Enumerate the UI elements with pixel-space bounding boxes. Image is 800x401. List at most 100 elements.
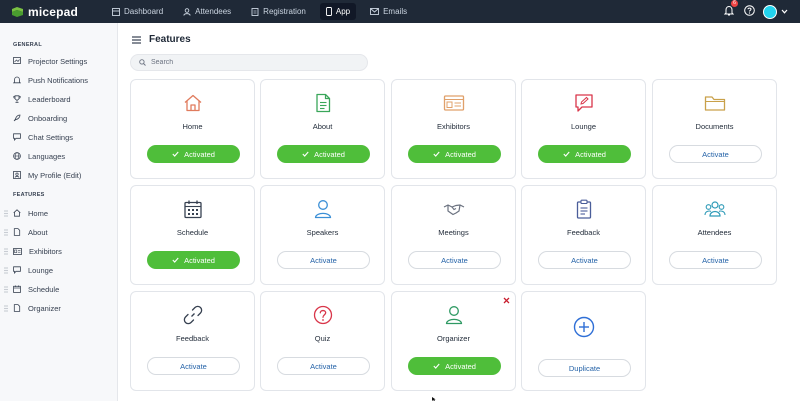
sidebar-item-chat-settings[interactable]: Chat Settings [13, 131, 73, 143]
button-label: Duplicate [568, 363, 601, 373]
sidebar-item-languages[interactable]: Languages [13, 150, 65, 162]
feature-card-about[interactable]: About Activated [260, 79, 385, 179]
drag-handle-icon[interactable] [4, 267, 8, 274]
chevron-down-icon[interactable] [781, 9, 788, 14]
check-icon [302, 151, 309, 157]
activated-button[interactable]: Activated [147, 251, 240, 269]
feature-card-exhibitors[interactable]: Exhibitors Activated [391, 79, 516, 179]
nav-attendees[interactable]: Attendees [177, 3, 237, 20]
button-label: Activate [180, 361, 207, 371]
feature-card-title: Feedback [567, 228, 600, 237]
nav-label: App [335, 7, 351, 16]
check-icon [433, 151, 440, 157]
hamburger-menu-icon[interactable] [132, 35, 141, 44]
feature-card-speakers[interactable]: Speakers Activate [260, 185, 385, 285]
feature-card-quiz[interactable]: Quiz Activate [260, 291, 385, 391]
drag-handle-icon[interactable] [4, 229, 8, 236]
sidebar-item-my-profile[interactable]: My Profile (Edit) [13, 169, 81, 181]
sidebar-item-push-notifications[interactable]: Push Notifications [13, 74, 88, 86]
folder-icon [704, 96, 725, 111]
activated-button[interactable]: Activated [408, 145, 501, 163]
sidebar-item-label: Organizer [28, 303, 61, 313]
page-title: Features [149, 34, 191, 45]
activate-button[interactable]: Activate [277, 357, 370, 375]
duplicate-button[interactable]: Duplicate [538, 359, 631, 377]
help-icon [744, 4, 755, 16]
drag-handle-icon[interactable] [4, 248, 8, 255]
feature-card-documents[interactable]: Documents Activate [652, 79, 777, 179]
feature-card-duplicate[interactable]: Duplicate [521, 291, 646, 391]
feature-card-home[interactable]: Home Activated [130, 79, 255, 179]
sidebar-item-onboarding[interactable]: Onboarding [13, 112, 67, 124]
feature-card-attendees[interactable]: Attendees Activate [652, 185, 777, 285]
sidebar-item-projector-settings[interactable]: Projector Settings [13, 55, 87, 67]
close-icon[interactable] [503, 297, 510, 304]
brand-logo[interactable]: micepad [10, 5, 102, 19]
activate-button[interactable]: Activate [277, 251, 370, 269]
activate-button[interactable]: Activate [669, 251, 762, 269]
feature-card-feedback[interactable]: Feedback Activate [521, 185, 646, 285]
activate-button[interactable]: Activate [408, 251, 501, 269]
sidebar-item-lounge[interactable]: Lounge [13, 264, 53, 276]
feature-card-organizer[interactable]: Organizer Activated [391, 291, 516, 391]
nav-dashboard[interactable]: Dashboard [106, 3, 169, 20]
check-icon [433, 363, 440, 369]
help-button[interactable] [744, 3, 755, 21]
search-bar[interactable] [130, 54, 368, 71]
activated-button[interactable]: Activated [147, 145, 240, 163]
drag-handle-icon[interactable] [4, 305, 8, 312]
search-input[interactable] [151, 59, 351, 66]
document-icon [251, 7, 259, 16]
sidebar-item-label: Languages [28, 151, 66, 161]
id-card-icon [443, 95, 464, 111]
nav-registration[interactable]: Registration [245, 3, 312, 20]
feature-card-title: Feedback [176, 334, 209, 343]
nav-emails[interactable]: Emails [364, 3, 413, 20]
button-label: Activated [184, 149, 215, 159]
dashboard-icon [112, 7, 120, 16]
home-icon [184, 94, 201, 112]
sidebar-item-label: Lounge [28, 265, 54, 275]
chat-pen-icon [574, 94, 593, 112]
sidebar-item-home[interactable]: Home [13, 207, 48, 219]
activate-button[interactable]: Activate [147, 357, 240, 375]
sidebar-item-about[interactable]: About [13, 226, 48, 238]
sidebar-item-organizer[interactable]: Organizer [13, 302, 61, 314]
notifications-button[interactable]: 6 [723, 0, 738, 21]
activate-button[interactable]: Activate [538, 251, 631, 269]
nav-label: Registration [263, 7, 306, 16]
group-icon [703, 201, 726, 217]
nav-label: Attendees [195, 7, 232, 16]
feature-card-feedback-2[interactable]: Feedback Activate [130, 291, 255, 391]
feature-card-title: Home [182, 122, 203, 131]
main-nav: Dashboard Attendees Registration App Ema… [106, 0, 421, 23]
sidebar-item-label: Push Notifications [28, 75, 89, 85]
drag-handle-icon[interactable] [4, 286, 8, 293]
document-icon [13, 228, 21, 236]
user-icon [445, 306, 462, 325]
avatar[interactable] [763, 4, 777, 19]
chat-icon [13, 133, 21, 141]
sidebar-item-exhibitors[interactable]: Exhibitors [13, 245, 62, 257]
feature-card-schedule[interactable]: Schedule Activated [130, 185, 255, 285]
sidebar-section-features: FEATURES [13, 192, 45, 198]
activate-button[interactable]: Activate [669, 145, 762, 163]
sidebar-section-general: GENERAL [13, 42, 42, 48]
button-label: Activated [575, 149, 606, 159]
sidebar-item-leaderboard[interactable]: Leaderboard [13, 93, 71, 105]
nav-app[interactable]: App [319, 3, 357, 20]
sidebar-item-schedule[interactable]: Schedule [13, 283, 59, 295]
plus-circle-icon [573, 316, 594, 338]
feature-card-meetings[interactable]: Meetings Activate [391, 185, 516, 285]
activated-button[interactable]: Activated [408, 357, 501, 375]
feature-card-title: Schedule [176, 228, 209, 237]
activated-button[interactable]: Activated [538, 145, 631, 163]
activated-button[interactable]: Activated [277, 145, 370, 163]
document-icon [315, 93, 330, 113]
feature-card-title: Lounge [570, 122, 597, 131]
page-header: Features [132, 34, 191, 45]
feature-card-lounge[interactable]: Lounge Activated [521, 79, 646, 179]
sidebar: GENERAL Projector Settings Push Notifica… [0, 23, 118, 401]
search-icon [139, 59, 146, 66]
drag-handle-icon[interactable] [4, 210, 8, 217]
